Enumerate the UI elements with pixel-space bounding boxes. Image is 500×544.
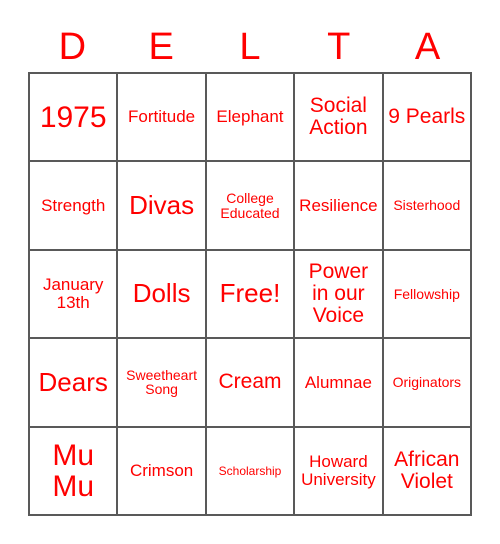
bingo-cell-label: Alumnae: [304, 372, 372, 392]
bingo-cell[interactable]: Free!: [206, 250, 296, 340]
header-letter-0: D: [58, 26, 87, 68]
bingo-header: D E L T A: [28, 22, 472, 72]
bingo-cell[interactable]: Crimson: [118, 427, 207, 516]
bingo-cell[interactable]: Sisterhood: [383, 162, 472, 251]
bingo-cell-label: Free!: [219, 278, 281, 309]
bingo-cell-label: African Violet: [394, 447, 460, 493]
bingo-cell[interactable]: Dolls: [118, 250, 207, 340]
bingo-cell[interactable]: African Violet: [383, 427, 472, 516]
header-letter-3: T: [327, 26, 351, 68]
bingo-cell[interactable]: Howard University: [295, 427, 384, 516]
bingo-cell[interactable]: January 13th: [30, 250, 119, 340]
bingo-cell-label: Originators: [392, 374, 462, 391]
bingo-cell-label: Social Action: [309, 94, 368, 140]
bingo-cell-label: Mu Mu: [52, 438, 95, 503]
bingo-grid: 1975 Fortitude Elephant Social Action 9 …: [28, 72, 472, 516]
bingo-cell[interactable]: Divas: [118, 162, 207, 251]
bingo-cell[interactable]: Sweetheart Song: [118, 339, 207, 428]
bingo-cell-label: Strength: [41, 195, 106, 215]
bingo-cell-label: Fortitude: [128, 107, 196, 127]
bingo-cell[interactable]: 9 Pearls: [383, 74, 472, 163]
bingo-cell[interactable]: Mu Mu: [30, 427, 119, 516]
bingo-cell[interactable]: Strength: [30, 162, 119, 251]
bingo-cell[interactable]: Originators: [383, 339, 472, 428]
bingo-cell-label: Sisterhood: [393, 197, 461, 214]
bingo-cell-label: Divas: [129, 190, 195, 221]
bingo-cell[interactable]: Social Action: [295, 74, 384, 163]
header-letter-1: E: [148, 26, 174, 68]
bingo-cell[interactable]: Cream: [206, 339, 296, 428]
bingo-cell-label: Elephant: [216, 107, 284, 127]
bingo-cell-label: 1975: [39, 100, 107, 134]
bingo-cell-label: Cream: [218, 370, 282, 394]
bingo-cell[interactable]: Alumnae: [295, 339, 384, 428]
bingo-cell[interactable]: Dears: [30, 339, 119, 428]
header-letter-4: A: [414, 26, 441, 68]
bingo-cell-label: Howard University: [301, 452, 376, 489]
bingo-cell-label: Crimson: [129, 460, 194, 480]
bingo-cell[interactable]: Elephant: [206, 74, 296, 163]
bingo-cell-label: Dears: [38, 366, 108, 397]
bingo-cell[interactable]: Scholarship: [206, 427, 296, 516]
bingo-cell[interactable]: Resilience: [295, 162, 384, 251]
bingo-cell[interactable]: Fellowship: [383, 250, 472, 340]
bingo-cell[interactable]: 1975: [30, 74, 119, 163]
bingo-cell-label: Scholarship: [218, 463, 282, 478]
bingo-cell-label: College Educated: [220, 190, 280, 221]
bingo-cell-label: Fellowship: [393, 285, 460, 302]
bingo-cell[interactable]: Power in our Voice: [295, 250, 384, 340]
bingo-card: D E L T A 1975 Fortitude Elephant Social…: [0, 0, 500, 544]
bingo-cell-label: 9 Pearls: [388, 105, 466, 129]
header-letter-2: L: [239, 26, 261, 68]
bingo-cell-label: Resilience: [299, 195, 378, 215]
bingo-cell-label: Dolls: [132, 278, 191, 309]
bingo-cell[interactable]: Fortitude: [118, 74, 207, 163]
bingo-cell-label: January 13th: [42, 275, 104, 312]
bingo-cell[interactable]: College Educated: [206, 162, 296, 251]
bingo-cell-label: Power in our Voice: [308, 260, 369, 327]
bingo-cell-label: Sweetheart Song: [126, 366, 197, 398]
